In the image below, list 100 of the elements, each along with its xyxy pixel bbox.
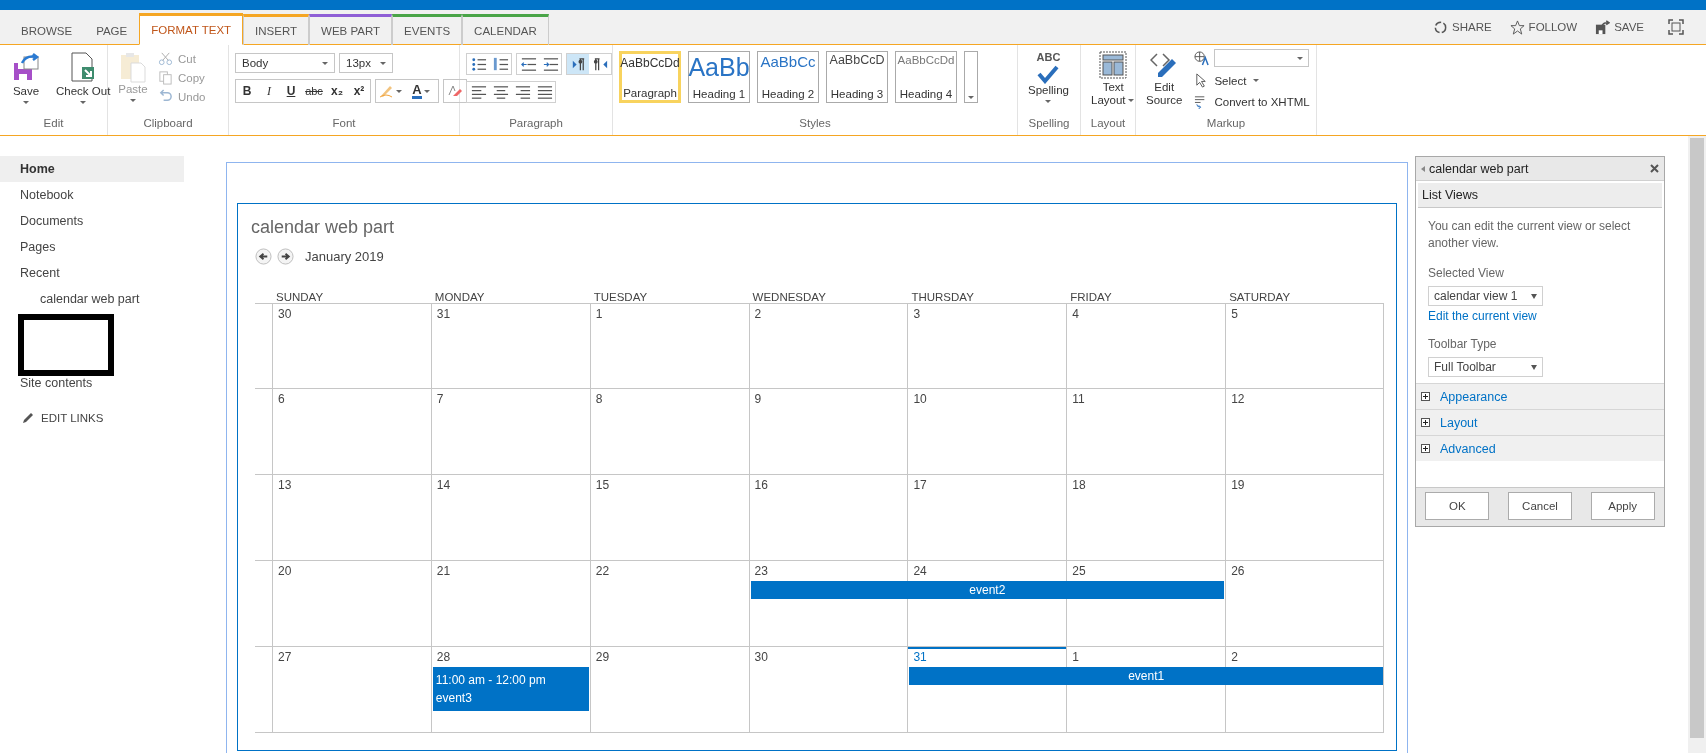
calendar-event[interactable]: event1 bbox=[909, 667, 1383, 685]
group-label: Font bbox=[331, 117, 357, 131]
weekday-header: THURSDAY bbox=[910, 291, 975, 303]
ribbon-tab[interactable]: BROWSE bbox=[9, 14, 85, 45]
weekday-header: MONDAY bbox=[433, 291, 486, 303]
day-cell: 7 bbox=[430, 389, 590, 474]
scrollbar[interactable] bbox=[1688, 136, 1706, 753]
share-link[interactable]: SHARE bbox=[1433, 19, 1492, 35]
follow-link[interactable]: FOLLOW bbox=[1509, 19, 1578, 35]
day-cell: 10 bbox=[907, 389, 1067, 474]
ribbon-tab[interactable]: EVENTS bbox=[392, 14, 463, 45]
day-cell: 3 bbox=[907, 304, 1067, 388]
convert-button[interactable]: Convert to XHTML bbox=[1194, 94, 1310, 109]
previous-month-button[interactable] bbox=[255, 248, 272, 265]
bold-button[interactable]: B bbox=[236, 80, 258, 102]
style-option[interactable]: AaBb Heading 1 bbox=[688, 51, 750, 103]
clipboard-icon bbox=[118, 51, 148, 83]
text-layout-button[interactable]: Text Layout bbox=[1087, 49, 1140, 117]
scissors-icon bbox=[158, 51, 173, 66]
caret-icon bbox=[322, 61, 328, 65]
day-cell: 14 bbox=[430, 475, 590, 560]
collapsible-section[interactable]: Appearance bbox=[1416, 383, 1664, 409]
day-cell: 21 bbox=[430, 561, 590, 646]
day-cell: 8 bbox=[589, 389, 749, 474]
weekday-header: SATURDAY bbox=[1228, 291, 1292, 303]
collapsible-section[interactable]: Advanced bbox=[1416, 435, 1664, 461]
tool-pane-title: calendar web part bbox=[1429, 161, 1530, 176]
caret-icon bbox=[1297, 56, 1304, 60]
superscript-button[interactable]: x² bbox=[348, 80, 370, 102]
select-button[interactable]: Select bbox=[1194, 73, 1310, 88]
check-out-button[interactable]: Check Out bbox=[52, 49, 115, 117]
caret-icon bbox=[423, 89, 430, 93]
style-option[interactable]: AaBbCcD Heading 3 bbox=[826, 51, 888, 103]
calendar-event[interactable]: event2 bbox=[750, 581, 1225, 599]
style-option[interactable]: AaBbCc Heading 2 bbox=[757, 51, 819, 103]
day-cell: 31 bbox=[430, 304, 590, 388]
weekday-header: TUESDAY bbox=[592, 291, 649, 303]
day-cell: 16 bbox=[748, 475, 908, 560]
layout-icon bbox=[1099, 51, 1128, 79]
ribbon-tab[interactable]: FORMAT TEXT bbox=[139, 13, 244, 45]
nav-link[interactable]: Pages bbox=[0, 234, 184, 260]
nav-link[interactable]: Site contents bbox=[0, 370, 184, 396]
weekday-header: SUNDAY bbox=[275, 291, 325, 303]
highlighter-icon bbox=[378, 83, 394, 99]
edit-links-link[interactable]: EDIT LINKS bbox=[22, 412, 200, 424]
pane-button[interactable]: Cancel bbox=[1508, 492, 1572, 520]
group-label: Spelling bbox=[1027, 117, 1071, 131]
pencil-icon bbox=[22, 412, 34, 424]
nav-link[interactable]: calendar web part bbox=[0, 286, 204, 312]
spelling-button[interactable]: ABC Spelling bbox=[1024, 49, 1073, 117]
code-pencil-icon bbox=[1150, 51, 1179, 79]
save-link[interactable]: SAVE bbox=[1595, 19, 1644, 35]
edit-view-link[interactable]: Edit the current view bbox=[1428, 309, 1652, 323]
caret-icon bbox=[80, 101, 87, 104]
ribbon-tab[interactable]: INSERT bbox=[243, 14, 310, 45]
nav-link[interactable]: Recent bbox=[0, 260, 184, 286]
italic-button[interactable]: I bbox=[258, 80, 280, 102]
subscript-button[interactable]: x₂ bbox=[326, 80, 348, 102]
day-cell: 30 bbox=[272, 304, 431, 388]
style-option[interactable]: AaBbCcDd Heading 4 bbox=[895, 51, 957, 103]
close-icon[interactable] bbox=[1650, 164, 1659, 173]
underline-button[interactable]: U bbox=[280, 80, 302, 102]
edit-source-button[interactable]: Edit Source bbox=[1142, 49, 1187, 117]
caret-icon bbox=[968, 96, 974, 99]
fullscreen-icon[interactable] bbox=[1668, 19, 1684, 35]
day-cell: 22 bbox=[589, 561, 749, 646]
day-cell: 12 bbox=[1225, 389, 1384, 474]
caret-icon bbox=[23, 101, 29, 104]
collapse-icon[interactable] bbox=[1421, 165, 1425, 172]
day-cell: 1 bbox=[589, 304, 749, 388]
weekday-header: FRIDAY bbox=[1069, 291, 1113, 303]
save-button[interactable]: Save bbox=[6, 49, 46, 117]
collapsible-section[interactable]: Layout bbox=[1416, 409, 1664, 435]
field-label: Toolbar Type bbox=[1428, 337, 1498, 351]
font-size-dropdown[interactable]: 13px bbox=[339, 53, 393, 73]
font-name-dropdown[interactable]: Body bbox=[235, 53, 335, 73]
day-cell: 11 bbox=[1066, 389, 1226, 474]
day-cell: 6 bbox=[272, 389, 431, 474]
pane-button[interactable]: Apply bbox=[1590, 492, 1655, 520]
weekday-header: WEDNESDAY bbox=[751, 291, 827, 303]
day-cell: 2 bbox=[748, 304, 908, 388]
group-label: Styles bbox=[798, 117, 832, 131]
day-cell: 4 bbox=[1066, 304, 1226, 388]
caret-icon bbox=[1127, 99, 1134, 103]
ribbon-tab[interactable]: CALENDAR bbox=[462, 14, 549, 45]
ltr-button[interactable] bbox=[567, 54, 589, 74]
day-cell: 30 bbox=[748, 647, 908, 732]
nav-link[interactable]: Notebook bbox=[0, 182, 184, 208]
field-label: Selected View bbox=[1428, 266, 1505, 280]
ribbon-tab[interactable]: WEB PART bbox=[309, 14, 393, 45]
nav-link[interactable]: Home bbox=[0, 156, 184, 182]
ribbon-tab[interactable]: PAGE bbox=[84, 14, 140, 45]
nav-link[interactable]: Documents bbox=[0, 208, 184, 234]
toolbar-type-dropdown[interactable]: Full Toolbar bbox=[1428, 357, 1543, 377]
next-month-button[interactable] bbox=[277, 248, 294, 265]
pane-button[interactable]: OK bbox=[1425, 492, 1490, 520]
day-cell: 19 bbox=[1225, 475, 1384, 560]
view-dropdown[interactable]: calendar view 1 bbox=[1428, 286, 1543, 306]
calendar-event[interactable]: 11:00 am - 12:00 pm event3 bbox=[432, 667, 589, 711]
strikethrough-button[interactable]: abc bbox=[302, 80, 326, 102]
